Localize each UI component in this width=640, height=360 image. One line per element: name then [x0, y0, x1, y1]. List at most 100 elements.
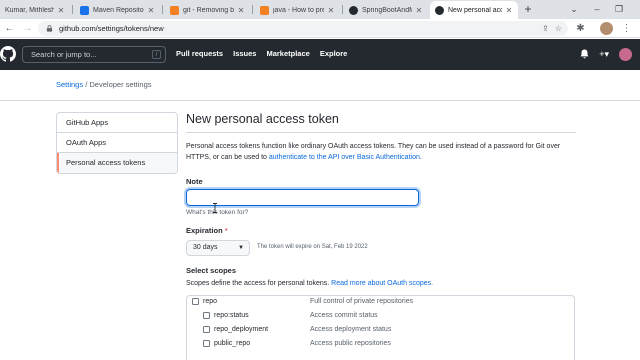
sidebar-item-oauth-apps[interactable]: OAuth Apps	[57, 133, 177, 153]
tab-divider	[252, 5, 253, 14]
share-icon[interactable]: ⇪	[542, 24, 549, 33]
text-cursor-icon	[213, 203, 217, 213]
breadcrumb-current: Developer settings	[89, 80, 152, 89]
tab-title: git - Removing bin	[183, 6, 234, 14]
github-header-actions: +▾	[580, 48, 632, 61]
menu-dots-icon[interactable]: ⋮	[620, 22, 633, 35]
breadcrumb-separator: /	[85, 80, 88, 89]
browser-tab[interactable]: git - Removing bin ✕	[165, 1, 250, 19]
close-icon[interactable]: ✕	[327, 6, 335, 15]
expiration-note: The token will expire on Sat, Feb 19 202…	[257, 244, 368, 250]
sidebar-item-personal-access-tokens[interactable]: Personal access tokens	[57, 153, 177, 173]
scopes-description: Scopes define the access for personal to…	[186, 280, 433, 287]
intro-text: Personal access tokens function like ord…	[186, 142, 578, 163]
basic-auth-link[interactable]: authenticate to the API over Basic Authe…	[269, 154, 420, 161]
scopes-desc-text: Scopes define the access for personal to…	[186, 280, 332, 287]
forward-icon[interactable]: →	[21, 22, 34, 35]
scope-description: Access public repositories	[310, 340, 391, 347]
note-input[interactable]	[186, 189, 419, 206]
page-title: New personal access token	[186, 112, 576, 133]
scope-name: repo	[203, 298, 218, 305]
tab-title: SpringBootAndMic	[362, 6, 412, 14]
oauth-scopes-link[interactable]: Read more about OAuth scopes.	[331, 280, 433, 287]
browser-tab-active[interactable]: New personal acce ✕	[430, 1, 518, 19]
github-logo-icon[interactable]	[0, 46, 16, 62]
stackoverflow-icon	[170, 5, 179, 15]
github-search-input[interactable]: Search or jump to... /	[22, 46, 166, 63]
bookmark-star-icon[interactable]: ☆	[555, 24, 562, 33]
close-icon[interactable]: ✕	[505, 6, 513, 15]
scope-row-public-repo: public_repo Access public repositories	[187, 338, 576, 352]
scope-name: repo:status	[214, 312, 249, 319]
close-icon[interactable]: ✕	[147, 6, 155, 15]
github-nav: Pull requests Issues Marketplace Explore	[176, 49, 347, 58]
maximize-icon[interactable]: ❐	[612, 2, 626, 16]
address-bar[interactable]: github.com/settings/tokens/new ⇪ ☆	[38, 21, 568, 36]
scope-row-repo: repo Full control of private repositorie…	[187, 296, 576, 310]
github-header: Search or jump to... / Pull requests Iss…	[0, 39, 640, 70]
bell-icon[interactable]	[580, 49, 589, 61]
browser-toolbar: ← → github.com/settings/tokens/new ⇪ ☆ ✱…	[0, 19, 640, 38]
tab-divider	[162, 5, 163, 14]
browser-tab[interactable]: Kumar, Mithlesh - Ou ✕	[0, 1, 70, 19]
nav-marketplace[interactable]: Marketplace	[266, 49, 309, 58]
scope-description: Access commit status	[310, 312, 378, 319]
divider	[0, 100, 640, 101]
tab-divider	[342, 5, 343, 14]
maven-icon	[80, 5, 89, 15]
close-icon[interactable]: ✕	[57, 6, 65, 15]
extensions-icon[interactable]: ✱	[574, 22, 587, 35]
nav-explore[interactable]: Explore	[320, 49, 348, 58]
tab-title: Kumar, Mithlesh - Ou	[5, 6, 54, 14]
github-icon	[349, 5, 358, 15]
scope-description: Full control of private repositories	[310, 298, 414, 305]
browser-tab[interactable]: SpringBootAndMic ✕	[344, 1, 428, 19]
scope-name: repo_deployment	[214, 326, 269, 333]
create-new-icon[interactable]: +▾	[599, 49, 609, 60]
expiration-value: 30 days	[193, 244, 218, 251]
intro-end: .	[419, 153, 422, 161]
chevron-down-icon: ▼	[238, 245, 244, 251]
scope-checkbox-repo-deployment[interactable]	[203, 326, 210, 333]
tab-divider	[72, 5, 73, 14]
tab-title: Maven Repository: jun	[93, 6, 144, 14]
developer-settings-sidebar: GitHub Apps OAuth Apps Personal access t…	[56, 112, 178, 174]
scope-description: Access deployment status	[310, 326, 392, 333]
close-icon[interactable]: ✕	[237, 6, 245, 15]
breadcrumb: Settings / Developer settings	[56, 80, 152, 89]
lock-icon	[46, 25, 53, 32]
search-shortcut-badge: /	[152, 50, 161, 59]
minimize-icon[interactable]: –	[590, 2, 604, 16]
scope-checkbox-public-repo[interactable]	[203, 340, 210, 347]
scope-row-repo-status: repo:status Access commit status	[187, 310, 576, 324]
sidebar-item-github-apps[interactable]: GitHub Apps	[57, 113, 177, 133]
stackoverflow-icon	[260, 5, 269, 15]
tab-title: java - How to prev	[273, 6, 324, 14]
expiration-label: Expiration *	[186, 226, 228, 235]
expiration-label-text: Expiration	[186, 226, 223, 235]
scope-checkbox-repo[interactable]	[192, 298, 199, 305]
browser-profile-avatar[interactable]	[600, 22, 613, 35]
expiration-select[interactable]: 30 days ▼	[186, 240, 250, 256]
breadcrumb-settings[interactable]: Settings	[56, 80, 83, 89]
nav-pull-requests[interactable]: Pull requests	[176, 49, 223, 58]
user-avatar[interactable]	[619, 48, 632, 61]
new-tab-button[interactable]: +	[521, 2, 535, 16]
tab-search-icon[interactable]: ⌄	[567, 2, 581, 16]
scopes-box: repo Full control of private repositorie…	[186, 295, 575, 360]
note-label: Note	[186, 177, 203, 186]
github-icon	[435, 5, 444, 15]
search-placeholder: Search or jump to...	[31, 50, 97, 59]
browser-tab[interactable]: Maven Repository: jun ✕	[75, 1, 160, 19]
scope-checkbox-repo-status[interactable]	[203, 312, 210, 319]
address-url: github.com/settings/tokens/new	[59, 24, 164, 33]
nav-issues[interactable]: Issues	[233, 49, 256, 58]
new-token-form: New personal access token Personal acces…	[186, 112, 578, 360]
required-mark: *	[224, 226, 228, 235]
close-icon[interactable]: ✕	[415, 6, 423, 15]
tab-title: New personal acce	[448, 6, 502, 14]
scope-row-repo-deployment: repo_deployment Access deployment status	[187, 324, 576, 338]
browser-tab-strip: Kumar, Mithlesh - Ou ✕ Maven Repository:…	[0, 0, 640, 19]
browser-tab[interactable]: java - How to prev ✕	[255, 1, 340, 19]
back-icon[interactable]: ←	[3, 22, 16, 35]
